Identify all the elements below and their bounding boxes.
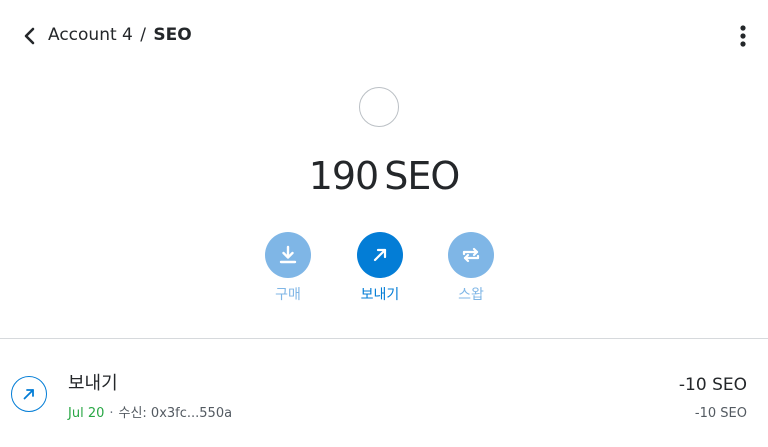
transaction-date: Jul 20 bbox=[68, 406, 105, 421]
transaction-row[interactable]: 보내기 Jul 20 · 수신: 0x3fc...550a -10 SEO -10 … bbox=[0, 360, 768, 440]
arrow-up-right-icon bbox=[23, 389, 34, 400]
back-button[interactable] bbox=[16, 22, 44, 50]
buy-circle bbox=[265, 232, 311, 278]
transaction-amount-secondary: -10 SEO bbox=[694, 406, 747, 421]
action-buttons: 구매 보내기 스왑 bbox=[0, 232, 768, 312]
transaction-bullet: · bbox=[109, 406, 114, 421]
breadcrumb-separator: / bbox=[140, 25, 146, 45]
options-menu-button[interactable] bbox=[732, 22, 754, 50]
breadcrumb-token: SEO bbox=[153, 25, 192, 45]
swap-button[interactable]: 스왑 bbox=[431, 232, 511, 304]
send-label: 보내기 bbox=[360, 287, 400, 303]
balance-unit: SEO bbox=[384, 154, 460, 198]
download-icon bbox=[279, 245, 297, 264]
buy-label: 구매 bbox=[275, 287, 301, 303]
send-button[interactable]: 보내기 bbox=[340, 232, 420, 304]
send-circle bbox=[357, 232, 403, 278]
transaction-recipient: 수신: 0x3fc...550a bbox=[118, 406, 233, 421]
breadcrumb: Account 4 / SEO bbox=[48, 24, 192, 46]
vertical-dots-icon bbox=[740, 25, 746, 47]
token-balance: 190 SEO bbox=[0, 150, 768, 202]
arrow-up-right-icon bbox=[373, 248, 387, 262]
transaction-amount: -10 SEO bbox=[678, 375, 747, 395]
buy-button[interactable]: 구매 bbox=[248, 232, 328, 304]
balance-value: 190 bbox=[308, 154, 380, 198]
swap-circle bbox=[448, 232, 494, 278]
breadcrumb-account[interactable]: Account 4 bbox=[48, 25, 133, 45]
swap-arrows-icon bbox=[462, 247, 480, 263]
transaction-icon bbox=[11, 376, 47, 412]
transaction-title: 보내기 bbox=[68, 373, 118, 394]
divider bbox=[0, 338, 768, 339]
transaction-subtitle: Jul 20 · 수신: 0x3fc...550a bbox=[68, 405, 232, 423]
token-icon bbox=[359, 87, 399, 127]
swap-label: 스왑 bbox=[458, 287, 484, 303]
token-details-page: Account 4 / SEO 190 SEO 구매 보내기 스왑 보내기 Ju… bbox=[0, 0, 768, 447]
header: Account 4 / SEO bbox=[0, 0, 768, 70]
chevron-left-icon bbox=[24, 27, 35, 45]
